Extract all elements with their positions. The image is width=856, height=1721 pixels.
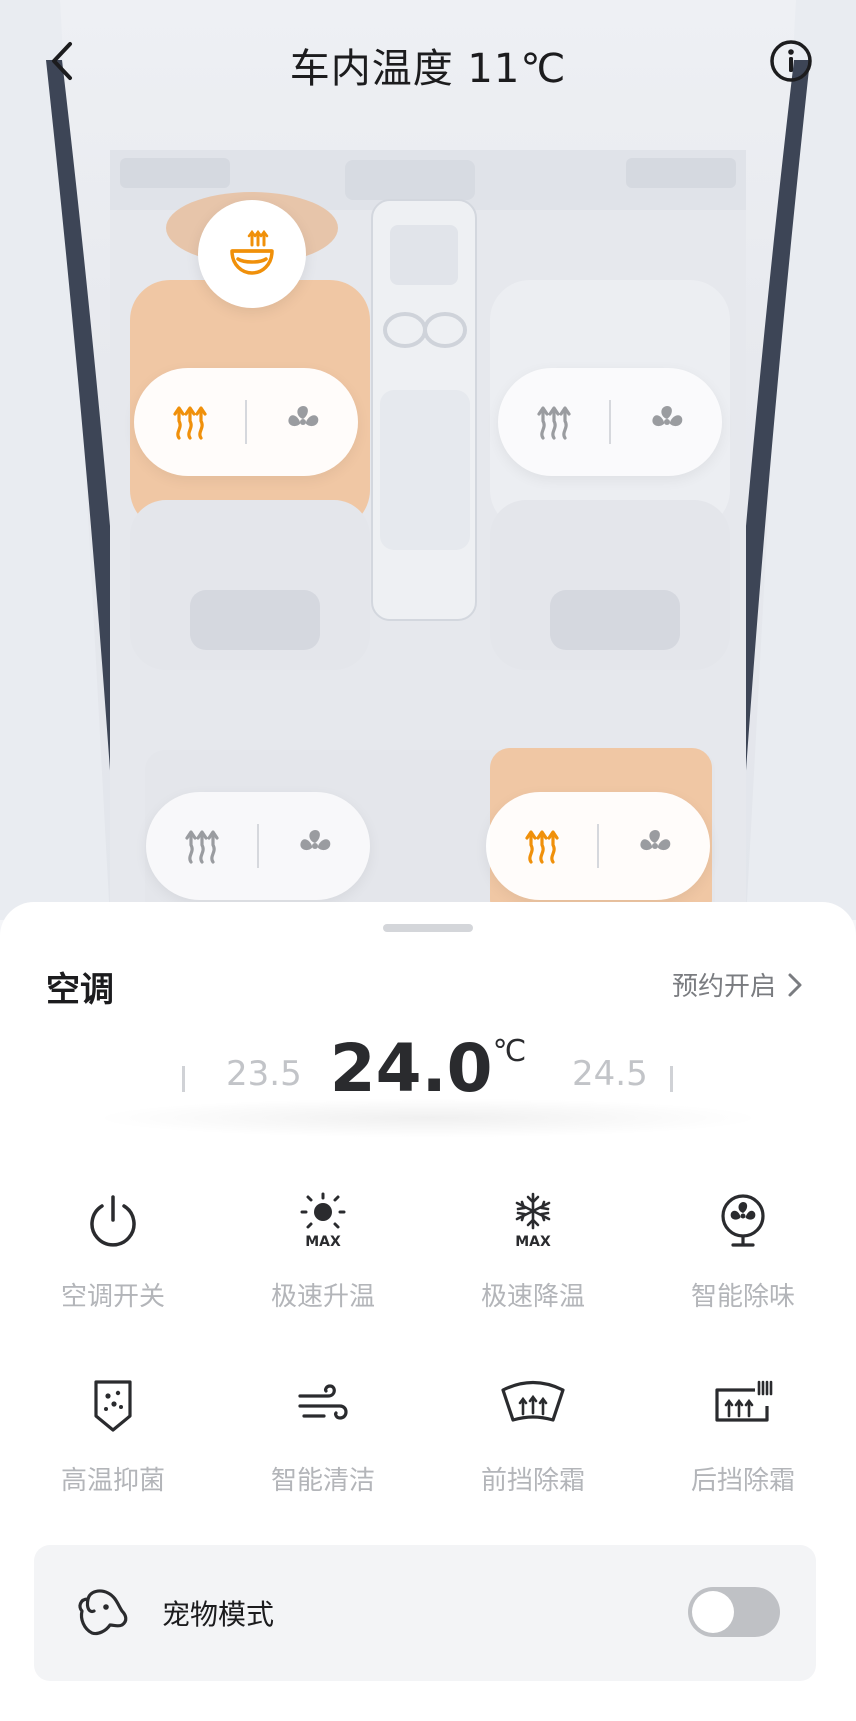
temperature-tick	[670, 1066, 673, 1092]
seat-control-front-left	[134, 368, 358, 476]
seat-heat-button-front-right[interactable]	[498, 368, 609, 476]
function-label: 后挡除霜	[690, 1466, 795, 1496]
function-label: 前挡除霜	[480, 1466, 585, 1496]
seat-control-rear-left	[146, 792, 370, 900]
steering-wheel-heat-icon	[230, 229, 274, 275]
sun-max-icon: MAX	[300, 1192, 346, 1250]
car-interior-illustration	[0, 0, 856, 920]
schedule-button[interactable]: 预约开启	[672, 966, 804, 1003]
sheet-drag-handle[interactable]	[383, 924, 473, 932]
fan-icon	[287, 406, 318, 427]
seat-heat-button-rear-left[interactable]	[146, 792, 257, 900]
function-label: 智能除味	[690, 1282, 795, 1312]
rear-defrost-button[interactable]: 后挡除霜	[638, 1370, 848, 1510]
svg-text:MAX: MAX	[305, 1234, 341, 1250]
seat-vent-button-front-right[interactable]	[611, 368, 722, 476]
page-title: 车内温度 11℃	[289, 46, 567, 92]
fan-icon	[299, 830, 330, 851]
wind-icon	[298, 1384, 348, 1420]
steering-wheel-heat-button[interactable]	[198, 200, 306, 308]
seat-control-rear-right	[486, 792, 710, 900]
info-button[interactable]	[768, 38, 814, 84]
function-label: 高温抑菌	[60, 1466, 165, 1496]
temperature-value: 24.0	[329, 1030, 493, 1107]
function-label: 极速升温	[270, 1282, 375, 1312]
car-interior-view: 车内温度 11℃	[0, 0, 856, 920]
rapid-heat-button[interactable]: MAX 极速升温	[218, 1186, 428, 1326]
smart-deodorize-button[interactable]: 智能除味	[638, 1186, 848, 1326]
temperature-current: 24.0℃	[40, 1030, 816, 1107]
seat-control-front-right	[498, 368, 722, 476]
front-defrost-icon	[501, 1380, 565, 1422]
seat-vent-button-rear-left[interactable]	[259, 792, 370, 900]
temperature-next[interactable]: 24.5	[572, 1054, 648, 1094]
front-defrost-button[interactable]: 前挡除霜	[428, 1370, 638, 1510]
rear-defrost-icon	[715, 1380, 773, 1422]
pet-mode-label: 宠物模式	[162, 1598, 275, 1631]
rapid-cool-button[interactable]: MAX 极速降温	[428, 1186, 638, 1326]
function-label: 智能清洁	[270, 1466, 375, 1496]
fan-icon	[651, 406, 682, 427]
fan-icon	[639, 830, 670, 851]
toggle-knob	[692, 1591, 734, 1633]
seat-heat-icon	[536, 406, 571, 440]
shield-bacteria-icon	[94, 1380, 132, 1432]
seat-vent-button-front-left[interactable]	[247, 368, 358, 476]
seat-heat-button-front-left[interactable]	[134, 368, 245, 476]
seat-heat-icon	[524, 830, 559, 864]
section-title: 空调	[46, 970, 114, 1010]
svg-text:MAX: MAX	[515, 1234, 551, 1250]
dog-icon	[78, 1589, 128, 1636]
temperature-unit: ℃	[492, 1034, 527, 1069]
top-navigation-bar: 车内温度 11℃	[0, 0, 856, 120]
info-icon	[770, 40, 812, 82]
smart-clean-button[interactable]: 智能清洁	[218, 1370, 428, 1510]
high-temp-sterilize-button[interactable]: 高温抑菌	[8, 1370, 218, 1510]
pet-mode-row: 宠物模式	[34, 1545, 816, 1681]
seat-heat-button-rear-right[interactable]	[486, 792, 597, 900]
snowflake-max-icon: MAX	[515, 1192, 551, 1250]
temperature-shadow	[90, 1098, 766, 1138]
function-label: 极速降温	[480, 1282, 585, 1312]
chevron-right-icon	[788, 973, 802, 996]
seat-heat-icon	[172, 406, 207, 440]
ac-power-button[interactable]: 空调开关	[8, 1186, 218, 1326]
power-icon	[90, 1195, 136, 1247]
seat-heat-icon	[184, 830, 219, 864]
schedule-label: 预约开启	[671, 972, 776, 1002]
pet-mode-toggle[interactable]	[688, 1587, 780, 1637]
fan-icon	[721, 1194, 765, 1247]
function-label: 空调开关	[60, 1282, 165, 1312]
seat-vent-button-rear-right[interactable]	[599, 792, 710, 900]
